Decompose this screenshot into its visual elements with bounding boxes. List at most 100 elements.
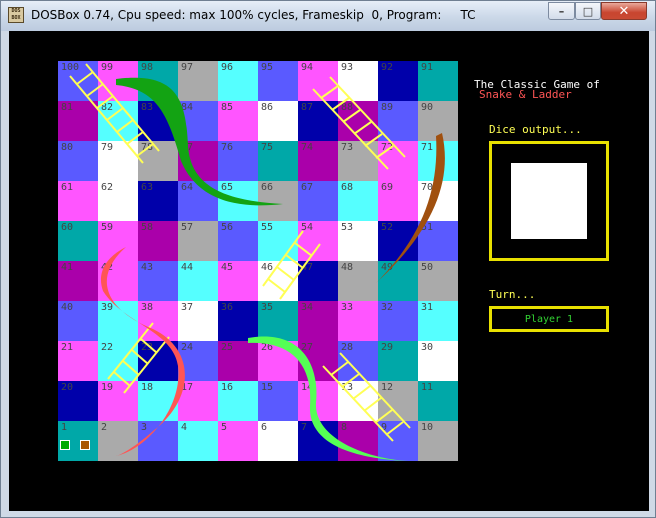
board-cell: 59 xyxy=(98,221,138,261)
cell-number: 53 xyxy=(341,222,354,233)
dosbox-icon[interactable]: DOS BOX xyxy=(8,7,24,23)
cell-number: 24 xyxy=(181,342,194,353)
cell-number: 13 xyxy=(341,382,354,393)
board-cell: 67 xyxy=(298,181,338,221)
board-cell: 94 xyxy=(298,61,338,101)
board-cell: 68 xyxy=(338,181,378,221)
cell-number: 64 xyxy=(181,182,194,193)
minimize-button[interactable]: – xyxy=(548,2,575,20)
cell-number: 58 xyxy=(141,222,154,233)
cell-number: 46 xyxy=(261,262,274,273)
cell-number: 43 xyxy=(141,262,154,273)
board-cell: 69 xyxy=(378,181,418,221)
board-cell: 48 xyxy=(338,261,378,301)
cell-number: 8 xyxy=(341,422,348,433)
minimize-icon: – xyxy=(558,4,565,18)
board-cell: 45 xyxy=(218,261,258,301)
title-bar[interactable]: DOS BOX DOSBox 0.74, Cpu speed: max 100%… xyxy=(1,1,655,31)
board-cell: 70 xyxy=(418,181,458,221)
turn-label: Turn... xyxy=(489,288,536,301)
board-cell: 63 xyxy=(138,181,178,221)
board-cell: 43 xyxy=(138,261,178,301)
cell-number: 5 xyxy=(221,422,228,433)
board-cell: 46 xyxy=(258,261,298,301)
cell-number: 19 xyxy=(101,382,114,393)
board-cell: 57 xyxy=(178,221,218,261)
board-cell: 7 xyxy=(298,421,338,461)
board-cell: 28 xyxy=(338,341,378,381)
cell-number: 73 xyxy=(341,142,354,153)
cell-number: 3 xyxy=(141,422,148,433)
board-cell: 89 xyxy=(378,101,418,141)
cell-number: 14 xyxy=(301,382,314,393)
board-cell: 18 xyxy=(138,381,178,421)
board-cell: 12 xyxy=(378,381,418,421)
cell-number: 78 xyxy=(141,142,154,153)
board-cell: 20 xyxy=(58,381,98,421)
cell-number: 48 xyxy=(341,262,354,273)
cell-number: 68 xyxy=(341,182,354,193)
board-cell: 77 xyxy=(178,141,218,181)
cell-number: 98 xyxy=(141,62,154,73)
dice-display xyxy=(489,141,609,261)
cell-number: 63 xyxy=(141,182,154,193)
board-cell: 37 xyxy=(178,301,218,341)
cell-number: 36 xyxy=(221,302,234,313)
cell-number: 28 xyxy=(341,342,354,353)
board-cell: 72 xyxy=(378,141,418,181)
board-cell: 30 xyxy=(418,341,458,381)
board-cell: 65 xyxy=(218,181,258,221)
cell-number: 62 xyxy=(101,182,114,193)
cell-number: 81 xyxy=(61,102,74,113)
board-cell: 25 xyxy=(218,341,258,381)
board-cell: 22 xyxy=(98,341,138,381)
board-cell: 78 xyxy=(138,141,178,181)
board-cell: 60 xyxy=(58,221,98,261)
cell-number: 80 xyxy=(61,142,74,153)
cell-number: 85 xyxy=(221,102,234,113)
cell-number: 82 xyxy=(101,102,114,113)
cell-number: 27 xyxy=(301,342,314,353)
board-cell: 4 xyxy=(178,421,218,461)
cell-number: 47 xyxy=(301,262,314,273)
board-cell: 49 xyxy=(378,261,418,301)
cell-number: 51 xyxy=(421,222,434,233)
close-button[interactable]: ✕ xyxy=(601,2,647,20)
board-cell: 33 xyxy=(338,301,378,341)
board-cell: 29 xyxy=(378,341,418,381)
board-cell: 53 xyxy=(338,221,378,261)
cell-number: 91 xyxy=(421,62,434,73)
board-cell: 66 xyxy=(258,181,298,221)
board-cell: 54 xyxy=(298,221,338,261)
board-cell: 56 xyxy=(218,221,258,261)
cell-number: 54 xyxy=(301,222,314,233)
board-cell: 98 xyxy=(138,61,178,101)
cell-number: 93 xyxy=(341,62,354,73)
cell-number: 52 xyxy=(381,222,394,233)
cell-number: 71 xyxy=(421,142,434,153)
dice-face xyxy=(511,163,587,239)
cell-number: 44 xyxy=(181,262,194,273)
board-cell: 17 xyxy=(178,381,218,421)
cell-number: 100 xyxy=(61,62,80,73)
board-cell: 52 xyxy=(378,221,418,261)
board-cell: 11 xyxy=(418,381,458,421)
board-cell: 36 xyxy=(218,301,258,341)
board-cell: 86 xyxy=(258,101,298,141)
board-cell: 8 xyxy=(338,421,378,461)
cell-number: 12 xyxy=(381,382,394,393)
dos-screen[interactable]: 100 99 98 97 96 95 94 93 92 91 81 82 83 84 85 86 87 88 89 9… xyxy=(9,31,649,511)
maximize-button[interactable]: □ xyxy=(575,2,601,20)
board-cell: 3 xyxy=(138,421,178,461)
cell-number: 76 xyxy=(221,142,234,153)
board-cell: 21 xyxy=(58,341,98,381)
board-cell: 32 xyxy=(378,301,418,341)
cell-number: 21 xyxy=(61,342,74,353)
cell-number: 1 xyxy=(61,422,68,433)
board-cell: 62 xyxy=(98,181,138,221)
cell-number: 34 xyxy=(301,302,314,313)
cell-number: 41 xyxy=(61,262,74,273)
cell-number: 45 xyxy=(221,262,234,273)
cell-number: 2 xyxy=(101,422,108,433)
cell-number: 57 xyxy=(181,222,194,233)
